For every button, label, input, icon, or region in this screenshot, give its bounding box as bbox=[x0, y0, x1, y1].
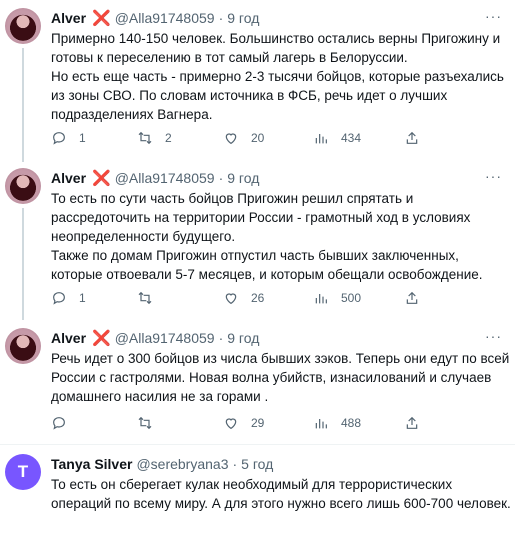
author-handle[interactable]: @Alla91748059 bbox=[115, 10, 215, 26]
tweet[interactable]: Alver ❌ @Alla91748059 · 9 год ··· Речь и… bbox=[0, 320, 515, 444]
views-count: 488 bbox=[341, 416, 362, 430]
tweet[interactable]: T Tanya Silver @serebryana3 · 5 год То е… bbox=[0, 445, 515, 538]
cross-mark-icon: ❌ bbox=[92, 170, 111, 187]
reply-icon bbox=[53, 132, 65, 145]
avatar[interactable] bbox=[5, 8, 41, 44]
reply-button[interactable]: 1 bbox=[51, 290, 89, 306]
separator-dot: · bbox=[218, 170, 224, 186]
views-button[interactable]: 434 bbox=[313, 130, 361, 146]
retweet-button[interactable] bbox=[137, 415, 175, 431]
like-count: 26 bbox=[251, 291, 265, 305]
reply-icon bbox=[53, 417, 65, 430]
tweet-header: Tanya Silver @serebryana3 · 5 год bbox=[51, 456, 273, 472]
tweet-header: Alver ❌ @Alla91748059 · 9 год bbox=[51, 329, 259, 347]
more-icon[interactable]: ··· bbox=[485, 328, 502, 344]
avatar[interactable] bbox=[5, 328, 41, 364]
views-icon bbox=[315, 134, 327, 144]
author-handle[interactable]: @serebryana3 bbox=[136, 456, 228, 472]
share-icon bbox=[406, 131, 418, 144]
author-handle[interactable]: @Alla91748059 bbox=[115, 170, 215, 186]
separator-dot: · bbox=[232, 456, 238, 472]
share-icon bbox=[406, 291, 418, 304]
retweet-count: 2 bbox=[165, 131, 172, 145]
share-button[interactable] bbox=[404, 290, 420, 311]
share-icon bbox=[406, 416, 418, 429]
tweet-text: Речь идет о 300 бойцов из числа бывших з… bbox=[51, 351, 514, 404]
reply-icon bbox=[53, 292, 65, 305]
like-button[interactable]: 26 bbox=[223, 290, 264, 306]
share-button[interactable] bbox=[404, 415, 420, 436]
avatar[interactable]: T bbox=[5, 454, 41, 490]
tweet-text: То есть он сберегает кулак необходимый д… bbox=[51, 477, 511, 511]
tweet-header: Alver ❌ @Alla91748059 · 9 год bbox=[51, 9, 259, 27]
views-count: 434 bbox=[341, 131, 362, 145]
like-count: 29 bbox=[251, 416, 265, 430]
cross-mark-icon: ❌ bbox=[92, 10, 111, 27]
separator-dot: · bbox=[218, 330, 224, 346]
tweet-text: То есть по сути часть бойцов Пригожин ре… bbox=[51, 191, 483, 282]
reply-button[interactable] bbox=[51, 415, 89, 431]
views-count: 500 bbox=[341, 291, 362, 305]
avatar[interactable] bbox=[5, 168, 41, 204]
reply-count: 1 bbox=[79, 291, 86, 305]
like-icon bbox=[225, 133, 237, 145]
author-handle[interactable]: @Alla91748059 bbox=[115, 330, 215, 346]
cross-mark-icon: ❌ bbox=[92, 330, 111, 347]
more-icon[interactable]: ··· bbox=[485, 168, 502, 184]
views-icon bbox=[315, 419, 327, 429]
retweet-button[interactable] bbox=[137, 290, 175, 306]
views-button[interactable]: 488 bbox=[313, 415, 361, 431]
reply-button[interactable]: 1 bbox=[51, 130, 89, 146]
retweet-icon bbox=[138, 291, 152, 305]
views-icon bbox=[315, 294, 327, 304]
retweet-icon bbox=[138, 131, 152, 145]
author-name[interactable]: Alver bbox=[51, 10, 86, 26]
author-name[interactable]: Alver bbox=[51, 170, 86, 186]
like-icon bbox=[225, 293, 237, 305]
author-name[interactable]: Alver bbox=[51, 330, 86, 346]
more-icon[interactable]: ··· bbox=[485, 8, 502, 24]
separator-dot: · bbox=[218, 10, 224, 26]
like-count: 20 bbox=[251, 131, 265, 145]
action-bar: 29 488 bbox=[51, 415, 491, 435]
tweet[interactable]: Alver ❌ @Alla91748059 · 9 год ··· Пример… bbox=[0, 0, 515, 160]
retweet-icon bbox=[138, 416, 152, 430]
reply-count: 1 bbox=[79, 131, 86, 145]
timestamp[interactable]: 9 год bbox=[227, 330, 259, 346]
retweet-button[interactable]: 2 bbox=[137, 130, 175, 146]
like-button[interactable]: 20 bbox=[223, 130, 264, 146]
tweet[interactable]: Alver ❌ @Alla91748059 · 9 год ··· То ест… bbox=[0, 160, 515, 320]
timestamp[interactable]: 5 год bbox=[241, 456, 273, 472]
tweet-text: Примерно 140-150 человек. Большинство ос… bbox=[51, 31, 504, 122]
author-name[interactable]: Tanya Silver bbox=[51, 456, 132, 472]
tweet-header: Alver ❌ @Alla91748059 · 9 год bbox=[51, 169, 259, 187]
action-bar: 1 26 500 bbox=[51, 290, 491, 310]
timestamp[interactable]: 9 год bbox=[227, 170, 259, 186]
like-button[interactable]: 29 bbox=[223, 415, 264, 431]
like-icon bbox=[225, 418, 237, 430]
share-button[interactable] bbox=[404, 130, 420, 151]
timestamp[interactable]: 9 год bbox=[227, 10, 259, 26]
views-button[interactable]: 500 bbox=[313, 290, 361, 306]
action-bar: 1 2 20 434 bbox=[51, 130, 491, 150]
